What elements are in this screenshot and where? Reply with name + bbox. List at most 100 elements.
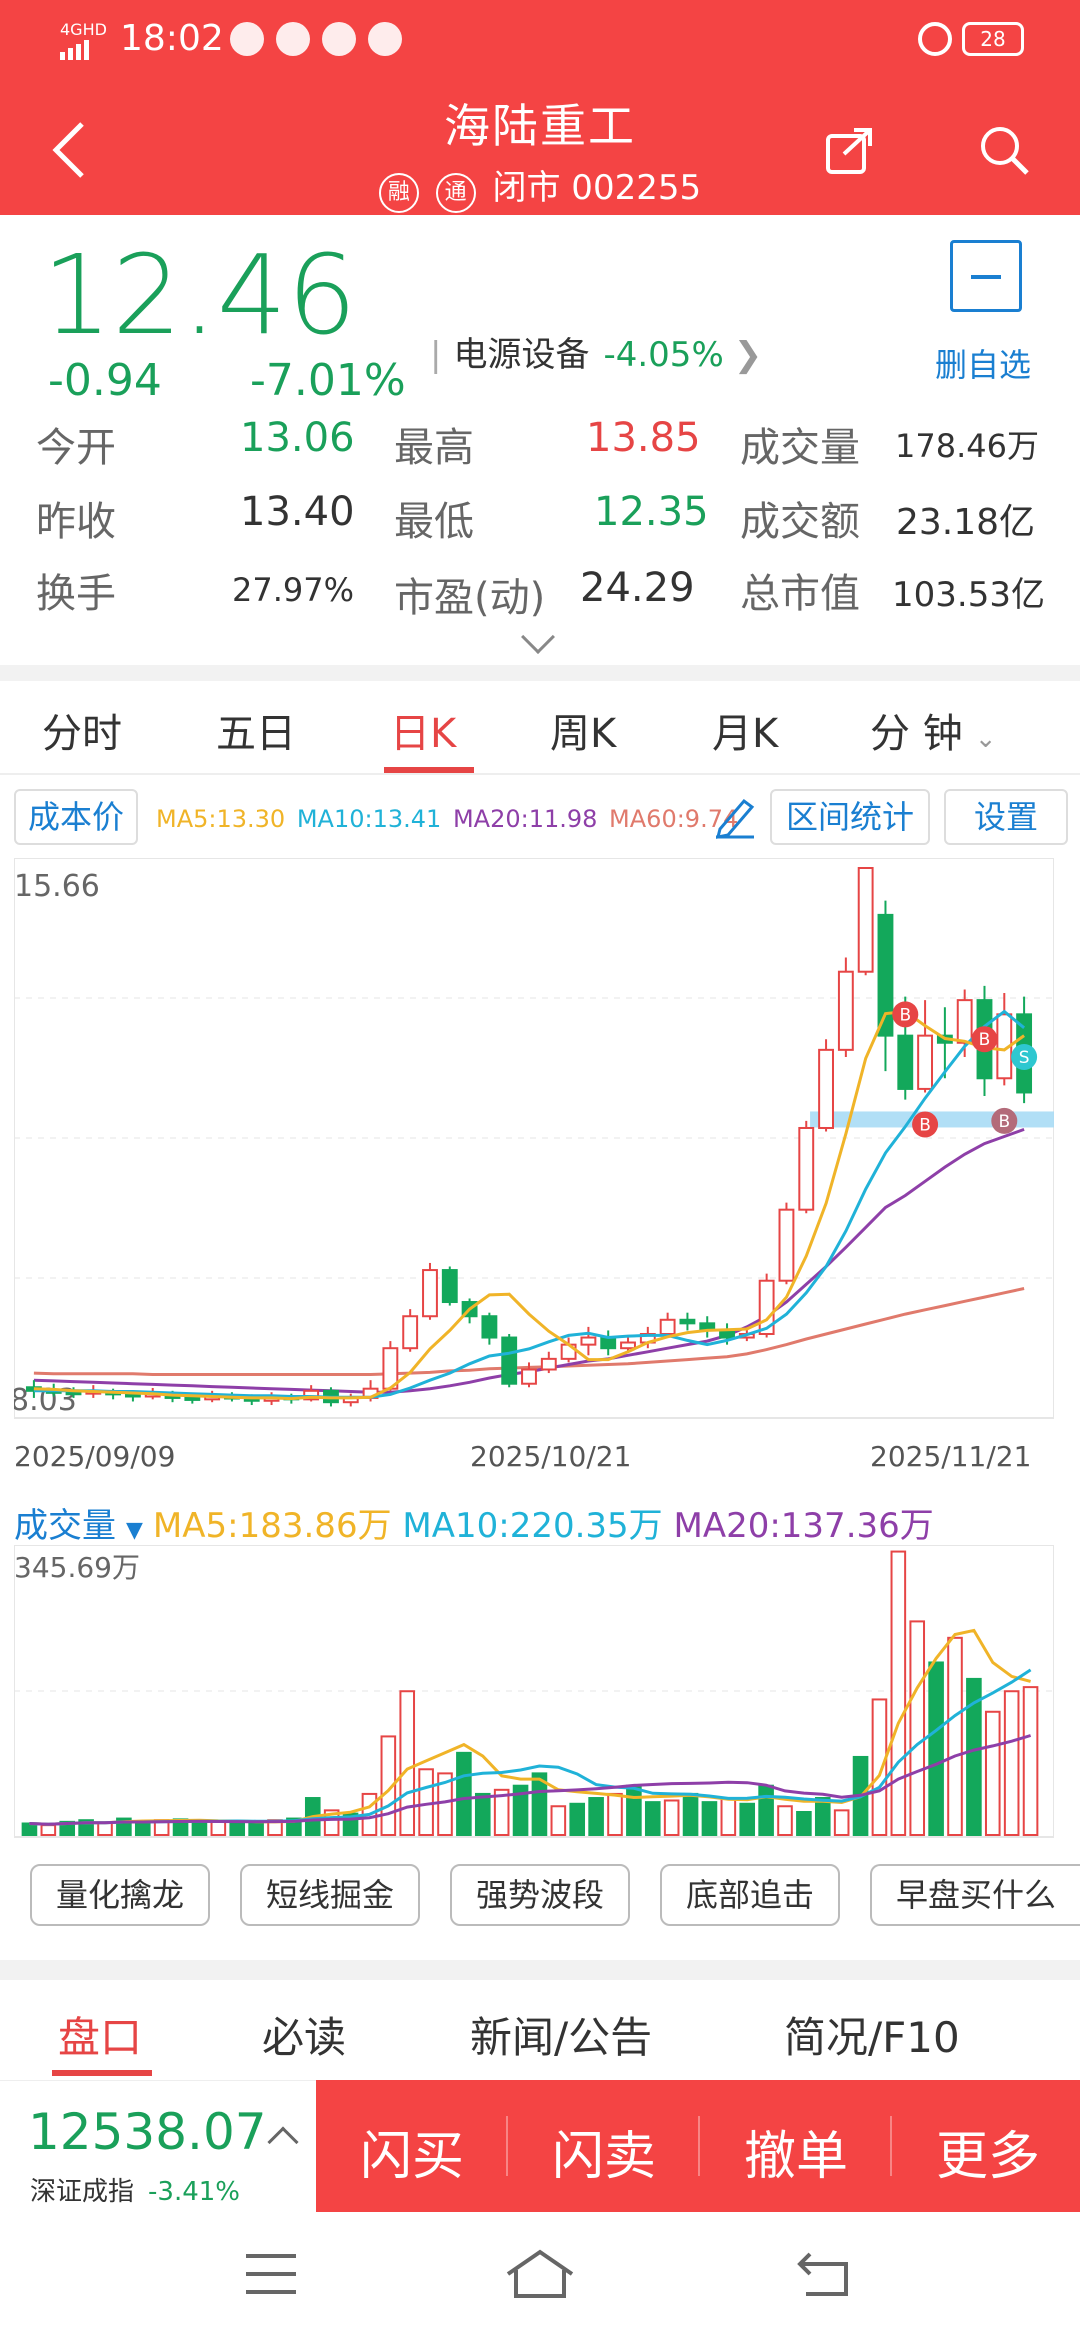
strategy-button[interactable]: 底部追击 [660, 1864, 840, 1926]
pencil-icon[interactable] [712, 793, 758, 839]
tab-must-read[interactable]: 必读 [262, 2004, 346, 2065]
sector-name: 电源设备 [453, 335, 590, 375]
candlestick-chart[interactable]: 15.66 8.03 BBBBS 2025/09/09 2025/10/21 2… [14, 858, 1054, 1498]
volume-label: 成交量 [740, 425, 860, 471]
volume-bar [890, 1550, 907, 1837]
tab-monthly-k[interactable]: 月K [712, 701, 778, 759]
stock-header: 海陆重工 融 通 闭市 002255 [0, 80, 1080, 215]
status-time: 18:02 [120, 18, 224, 59]
volume-bar [720, 1797, 737, 1836]
remove-watchlist-label[interactable]: 删自选 [935, 340, 1031, 386]
divider [0, 1960, 1080, 1980]
chevron-right-icon: ❯ [733, 335, 763, 375]
flash-buy-button[interactable]: 闪买 [360, 2114, 464, 2189]
flash-sell-button[interactable]: 闪卖 [552, 2114, 656, 2189]
candle-body [877, 913, 894, 1037]
strategy-button[interactable]: 短线掘金 [240, 1864, 420, 1926]
quote-panel: 12.46 -0.94 -7.01% | 电源设备 -4.05% ❯ 删自选 今开 1… [0, 215, 1080, 665]
connect-badge: 通 [435, 173, 476, 213]
tab-minute[interactable]: 分 钟 ⌄ [870, 701, 997, 759]
tab-news[interactable]: 新闻/公告 [470, 2004, 652, 2065]
candle-body [956, 999, 973, 1044]
candle-body [798, 1126, 815, 1211]
app-notification-icon [230, 22, 264, 56]
chart-period-tabs: 分时 五日 日K 周K 月K 分 钟 ⌄ [0, 683, 1080, 773]
candle-body [422, 1269, 438, 1318]
strategy-button[interactable]: 强势波段 [450, 1864, 630, 1926]
trade-bar: 12538.07 深证成指 -3.41% 闪买 闪卖 撤单 更多 [0, 2080, 1080, 2212]
app-root: 4GHD 18:02 28 海陆重工 融 通 闭市 002255 12.46 -… [0, 0, 1080, 2340]
caret-down-icon[interactable]: ▼ [126, 1518, 143, 1543]
chevron-down-icon: ⌄ [974, 724, 997, 754]
volume-bar [191, 1820, 208, 1836]
candle-body [818, 1048, 834, 1129]
app-notification-icon [368, 22, 402, 56]
pe-label: 市盈(动) [394, 575, 546, 621]
vol-ma10: MA10:220.35万 [402, 1506, 663, 1546]
market-status-code: 闭市 002255 [492, 168, 702, 208]
volume-chart[interactable]: 345.69万 [14, 1545, 1054, 1845]
volume-bar [739, 1802, 756, 1837]
strategy-buttons: 量化擒龙 短线掘金 强势波段 底部追击 早盘买什么 [0, 1864, 1080, 1934]
tab-intraday[interactable]: 分时 [42, 701, 122, 759]
strategy-button[interactable]: 量化擒龙 [30, 1864, 210, 1926]
status-bar: 4GHD 18:02 28 [0, 0, 1080, 80]
expand-chevron-icon[interactable] [521, 620, 555, 654]
volume-bar [1003, 1690, 1020, 1836]
volume-bar [97, 1821, 113, 1836]
back-nav-icon[interactable] [796, 2250, 852, 2298]
ma60-polyline [33, 1287, 1025, 1376]
ma20-value: MA20:11.98 [452, 805, 598, 833]
more-button[interactable]: 更多 [936, 2114, 1040, 2189]
candle-body [124, 1393, 141, 1398]
volume-value: 178.46万 [895, 427, 1039, 465]
share-icon[interactable] [824, 124, 876, 176]
remove-watchlist-button[interactable] [950, 240, 1022, 312]
chevron-up-icon[interactable] [267, 2126, 299, 2158]
sector-link[interactable]: | 电源设备 -4.05% ❯ [430, 327, 762, 376]
candle-body [521, 1368, 537, 1385]
low-label: 最低 [394, 499, 474, 545]
tab-profile[interactable]: 简况/F10 [784, 2004, 960, 2065]
index-change: -3.41% [148, 2177, 240, 2207]
stock-name: 海陆重工 [444, 99, 636, 153]
menu-icon[interactable] [244, 2252, 298, 2296]
tab-daily-k[interactable]: 日K [390, 701, 456, 759]
candle-body [65, 1391, 82, 1396]
volume-bar [663, 1799, 680, 1837]
volume-label[interactable]: 成交量 [14, 1506, 116, 1546]
volume-bar [210, 1820, 227, 1837]
strategy-button[interactable]: 早盘买什么 [870, 1864, 1080, 1926]
volume-bar [928, 1661, 944, 1837]
search-icon[interactable] [978, 124, 1030, 176]
volume-bar [777, 1805, 793, 1836]
candle-body [837, 970, 854, 1051]
cost-price-button[interactable]: 成本价 [14, 789, 138, 845]
volume-bar [626, 1784, 642, 1836]
volume-y-max: 345.69万 [14, 1551, 140, 1584]
ma10-value: MA10:13.41 [296, 805, 442, 833]
ma-values: MA5:13.30 MA10:13.41 MA20:11.98 MA60:9.7… [156, 805, 738, 833]
volume-bar [40, 1824, 57, 1836]
cancel-order-button[interactable]: 撤单 [744, 2114, 848, 2189]
candle-body [679, 1318, 696, 1325]
last-price: 12.46 [42, 231, 357, 359]
tab-weekly-k[interactable]: 周K [550, 701, 616, 759]
open-label: 今开 [36, 425, 116, 471]
battery-icon: 28 [962, 22, 1024, 56]
chart-settings-button[interactable]: 设置 [944, 789, 1068, 845]
home-icon[interactable] [504, 2248, 576, 2300]
candle-body [620, 1341, 636, 1350]
divider [0, 773, 1080, 775]
tab-order-book[interactable]: 盘口 [58, 2004, 142, 2065]
candle-body [184, 1396, 201, 1401]
alarm-icon [918, 22, 952, 56]
index-ticker[interactable]: 12538.07 深证成指 -3.41% [0, 2080, 316, 2212]
trade-marker-label: B [979, 1030, 991, 1050]
candles [25, 867, 1033, 1407]
amount-value: 23.18亿 [896, 502, 1036, 543]
range-stats-button[interactable]: 区间统计 [770, 789, 930, 845]
volume-bar [569, 1802, 586, 1837]
tab-five-day[interactable]: 五日 [216, 701, 296, 759]
candle-body [600, 1336, 617, 1350]
